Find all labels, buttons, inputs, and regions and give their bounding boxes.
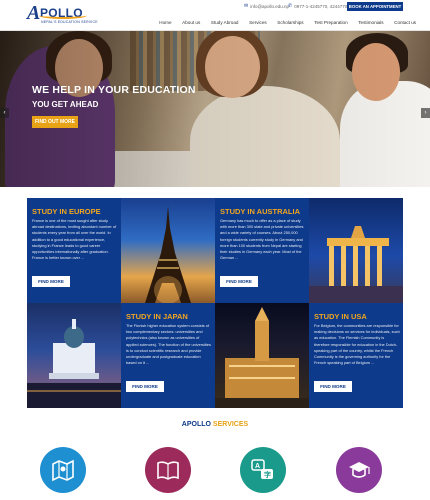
cathedral-icon xyxy=(27,319,121,408)
destination-card-australia: STUDY IN AUSTRALIA Germany has much to o… xyxy=(215,198,309,303)
services-heading: APOLLO SERVICES xyxy=(0,421,430,428)
destination-title: STUDY IN AUSTRALIA xyxy=(220,207,301,216)
nav-contact-us[interactable]: Contact us xyxy=(389,19,422,27)
eiffel-tower-image xyxy=(121,198,215,303)
destination-card-usa: STUDY IN USA For Belgium, the communitie… xyxy=(309,303,403,408)
svg-text:字: 字 xyxy=(264,470,271,479)
brussels-grand-place-image xyxy=(215,303,309,408)
destination-card-japan: STUDY IN JAPAN The Finnish higher educat… xyxy=(121,303,215,408)
destination-card-europe: STUDY IN EUROPE France is one of the mos… xyxy=(27,198,121,303)
book-appointment-button[interactable]: BOOK AN APPOINTMENT xyxy=(347,2,403,11)
destination-title: STUDY IN USA xyxy=(314,312,367,321)
service-map[interactable] xyxy=(40,447,86,493)
hero-title: WE HELP IN YOUR EDUCATION xyxy=(32,84,196,96)
nav-test-preparation[interactable]: Test Preparation xyxy=(309,19,353,27)
destination-description: France is one of the most sought after s… xyxy=(32,218,117,261)
nav-home[interactable]: Home xyxy=(154,19,177,27)
town-hall-icon xyxy=(215,307,309,408)
find-more-button-europe[interactable]: FIND MORE xyxy=(32,276,70,287)
logo-tagline: NEPAL'S EDUCATION SERVICE xyxy=(41,20,98,24)
map-icon xyxy=(52,459,74,482)
apollo-logo[interactable]: A POLLO NEPAL'S EDUCATION SERVICE xyxy=(27,3,98,27)
chevron-left-icon[interactable]: ‹ xyxy=(0,108,9,118)
site-header: A POLLO NEPAL'S EDUCATION SERVICE ✉ info… xyxy=(0,0,430,30)
nav-study-abroad[interactable]: Study Abroad xyxy=(206,19,244,27)
services-heading-brand: APOLLO xyxy=(181,421,211,428)
service-graduation[interactable] xyxy=(336,447,382,493)
phone-contact[interactable]: ✆ 0977-1-4245770, 4244770 xyxy=(288,3,347,9)
destination-description: Germany has much to offer as a place of … xyxy=(220,218,304,261)
eiffel-tower-icon xyxy=(145,206,191,303)
chevron-right-icon[interactable]: › xyxy=(421,108,430,118)
translation-icon: A 字 xyxy=(251,459,273,479)
graduation-icon xyxy=(349,462,370,478)
hero-subtitle: YOU GET AHEAD xyxy=(32,100,99,109)
email-contact[interactable]: ✉ info@apollo.edu.np xyxy=(244,3,289,9)
nav-testimonials[interactable]: Testimonials xyxy=(353,19,389,27)
nav-scholarships[interactable]: Scholarships xyxy=(272,19,309,27)
book-icon xyxy=(157,461,179,480)
brandenburg-gate-icon xyxy=(309,226,403,303)
service-book[interactable] xyxy=(145,447,191,493)
find-more-button-australia[interactable]: FIND MORE xyxy=(220,276,258,287)
phone-text: 0977-1-4245770, 4244770 xyxy=(294,3,348,9)
nav-services[interactable]: Services xyxy=(244,19,272,27)
envelope-icon: ✉ xyxy=(244,3,249,9)
find-more-button-japan[interactable]: FIND MORE xyxy=(126,381,164,392)
destination-title: STUDY IN JAPAN xyxy=(126,312,188,321)
destination-title: STUDY IN EUROPE xyxy=(32,207,101,216)
find-out-more-button[interactable]: FIND OUT MORE xyxy=(32,116,78,128)
nav-about-us[interactable]: About us xyxy=(177,19,206,27)
phone-icon: ✆ xyxy=(288,3,293,9)
service-translation[interactable]: A 字 xyxy=(240,447,286,493)
brandenburg-gate-image xyxy=(309,198,403,303)
destination-description: The Finnish higher education system cons… xyxy=(126,323,211,366)
svg-text:A: A xyxy=(255,463,260,470)
logo-swoosh xyxy=(39,12,87,19)
main-nav: Home About us Study Abroad Services Scho… xyxy=(154,19,421,27)
services-heading-word: SERVICES xyxy=(212,421,249,428)
hero-overlay xyxy=(0,31,430,187)
hero-slider: WE HELP IN YOUR EDUCATION YOU GET AHEAD … xyxy=(0,31,430,187)
destinations-grid: STUDY IN EUROPE France is one of the mos… xyxy=(27,198,403,408)
find-more-button-usa[interactable]: FIND MORE xyxy=(314,381,352,392)
email-text: info@apollo.edu.np xyxy=(250,3,290,9)
helsinki-cathedral-image xyxy=(27,303,121,408)
destination-description: For Belgium, the communities are respons… xyxy=(314,323,400,366)
